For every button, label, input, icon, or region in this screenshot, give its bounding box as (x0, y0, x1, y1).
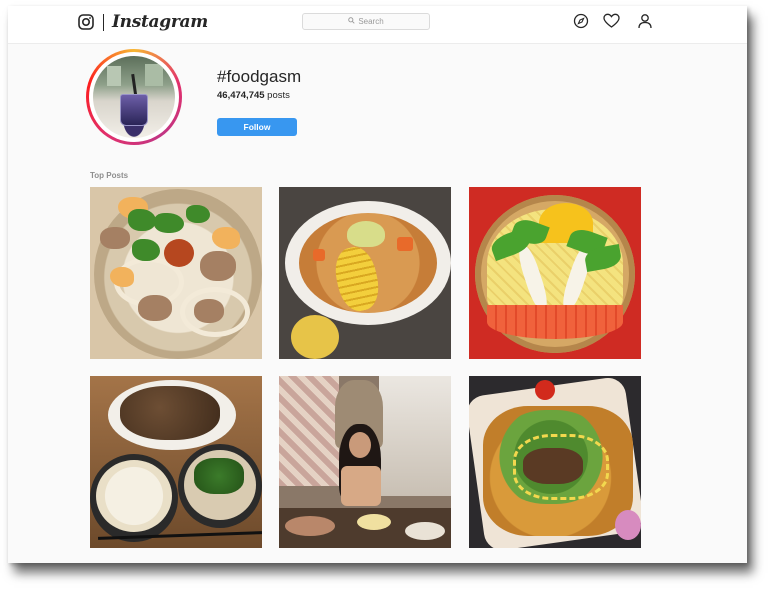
search-placeholder: Search (358, 17, 384, 26)
hashtag-title: #foodgasm (217, 67, 302, 86)
scallion-topping (194, 458, 244, 494)
heart-icon[interactable] (603, 13, 620, 34)
tomato (535, 380, 555, 400)
shrimp-piece (110, 267, 134, 287)
meat-piece (138, 295, 172, 321)
meat-piece (100, 227, 130, 249)
lemon-half (291, 315, 339, 359)
dish-plate (285, 516, 335, 536)
herb-leaf (128, 209, 156, 231)
chili-flakes (164, 239, 194, 267)
herb-leaf (132, 239, 160, 261)
top-posts-heading: Top Posts (90, 171, 129, 180)
post-tile-rice-soup[interactable] (90, 376, 262, 548)
dish-plate (357, 514, 391, 530)
lime-slice (347, 221, 385, 247)
compass-icon[interactable] (573, 13, 589, 34)
browser-window: Instagram Search #foodgasm 46,474,745 po… (8, 6, 747, 563)
post-tile-noodle-soup[interactable] (90, 187, 262, 359)
post-count: 46,474,745 posts (217, 90, 290, 101)
carrot-piece (397, 237, 413, 251)
search-icon (348, 17, 355, 26)
avatar-window (107, 66, 121, 86)
watermelon-water (487, 305, 623, 339)
instagram-wordmark[interactable]: Instagram (112, 12, 208, 32)
post-tile-loaded-dish[interactable] (469, 376, 641, 548)
pickled-onion (615, 510, 641, 540)
wall-panel (379, 376, 451, 496)
herb-leaf (154, 213, 184, 233)
dish-plate (405, 522, 445, 540)
herb-leaf (186, 205, 210, 223)
meat-piece (194, 299, 224, 323)
post-count-number: 46,474,745 (217, 90, 265, 101)
search-input[interactable]: Search (302, 13, 430, 30)
person-top (341, 466, 381, 506)
carrot-piece (313, 249, 325, 261)
instagram-glyph-icon[interactable] (78, 14, 94, 35)
follow-button[interactable]: Follow (217, 118, 297, 136)
logo-divider (103, 14, 104, 31)
rice (96, 460, 172, 532)
hashtag-avatar (86, 49, 182, 145)
sauce-drizzle (513, 434, 609, 500)
post-count-suffix: posts (264, 90, 290, 101)
avatar-border (89, 52, 179, 142)
avatar-window (145, 64, 163, 86)
post-tile-corn-soup[interactable] (279, 187, 451, 359)
post-tile-fruit-platter[interactable] (469, 187, 641, 359)
top-nav: Instagram Search (8, 6, 747, 44)
post-tile-restaurant-portrait[interactable] (279, 376, 451, 548)
person-icon[interactable] (637, 13, 653, 34)
grilled-meat (120, 386, 220, 440)
meat-piece (200, 251, 236, 281)
person-face (349, 432, 371, 458)
avatar-image (93, 56, 175, 138)
post-image (279, 376, 339, 486)
avatar-drink-cup (120, 94, 148, 126)
shrimp-piece (212, 227, 240, 249)
